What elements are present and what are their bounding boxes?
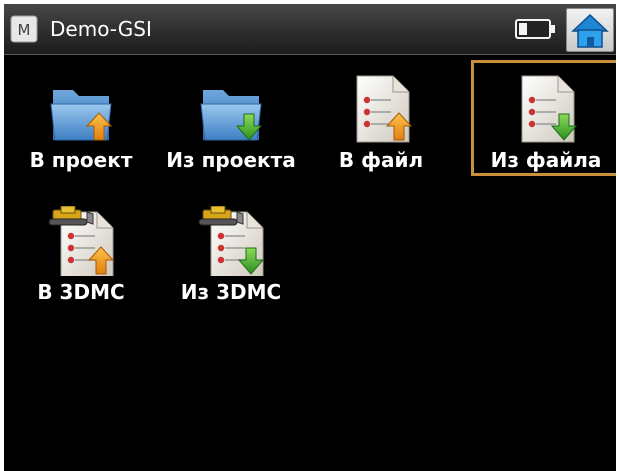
tile-label: Из проекта <box>166 148 296 172</box>
window-title: Demo-GSI <box>50 17 152 41</box>
tile-export-from-3dmc[interactable]: Из 3DMC <box>156 192 306 308</box>
battery-icon <box>515 19 555 39</box>
tile-import-to-file[interactable]: В файл <box>306 60 456 176</box>
tile-import-to-project[interactable]: В проект <box>6 60 156 176</box>
folder-import-icon <box>50 89 112 141</box>
file-export-icon <box>521 75 577 143</box>
home-button[interactable] <box>566 8 614 52</box>
svg-text:M: M <box>18 21 31 39</box>
home-icon <box>571 13 609 48</box>
device-screen: M Demo-GSI В проект Из проекта В файл Из… <box>4 4 616 471</box>
tile-label: Из 3DMC <box>180 280 282 304</box>
tile-label: В файл <box>338 148 424 172</box>
folder-export-icon <box>200 89 262 141</box>
tile-export-from-file[interactable]: Из файла <box>471 60 616 176</box>
tile-label: В проект <box>29 148 133 172</box>
tile-import-to-3dmc[interactable]: В 3DMC <box>6 192 156 308</box>
tile-label: В 3DMC <box>37 280 125 304</box>
file-import-icon <box>356 75 412 143</box>
tile-export-from-project[interactable]: Из проекта <box>156 60 306 176</box>
app-menu-icon[interactable]: M <box>10 15 38 43</box>
3dmc-export-icon <box>198 206 264 276</box>
title-bar: M Demo-GSI <box>4 4 616 55</box>
tile-label: Из файла <box>490 148 602 172</box>
3dmc-import-icon <box>48 206 114 276</box>
